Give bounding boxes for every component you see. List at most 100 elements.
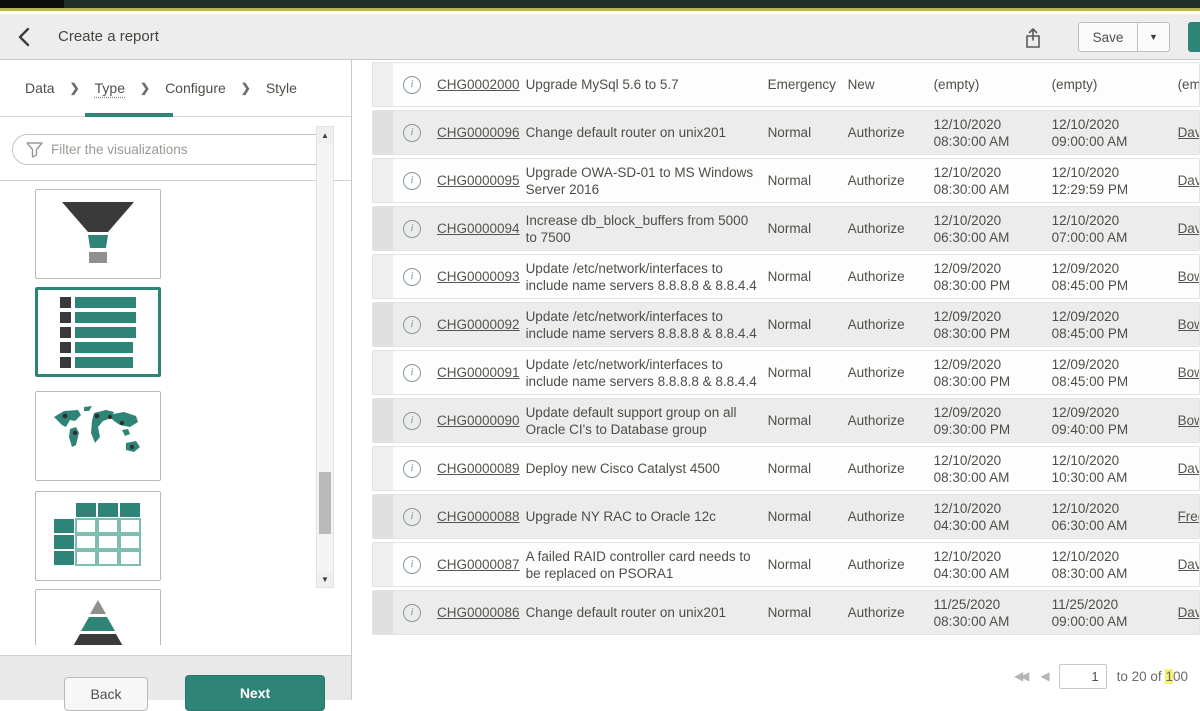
change-number-link[interactable]: CHG0000089: [437, 461, 520, 476]
change-number-link[interactable]: CHG0000093: [437, 269, 520, 284]
change-number-link[interactable]: CHG0000096: [437, 125, 520, 140]
info-icon[interactable]: i: [403, 268, 421, 286]
row-lead-strip: [373, 351, 393, 394]
assigned-to-link[interactable]: Bow Ruggeri: [1178, 317, 1199, 332]
info-icon[interactable]: i: [403, 556, 421, 574]
table-row: i CHG0000087 A failed RAID controller ca…: [372, 542, 1200, 587]
table-row: i CHG0002000 Upgrade MySql 5.6 to 5.7 Em…: [372, 62, 1200, 107]
state-cell: Authorize: [848, 120, 934, 145]
assigned-to-link[interactable]: David Loo: [1178, 173, 1199, 188]
change-number-link[interactable]: CHG0000094: [437, 221, 520, 236]
share-button[interactable]: [1024, 24, 1054, 52]
assigned-to-link[interactable]: David Loo: [1178, 221, 1199, 236]
change-number-link[interactable]: CHG0000090: [437, 413, 520, 428]
table-row: i CHG0000093 Update /etc/network/interfa…: [372, 254, 1200, 299]
step-configure[interactable]: Configure: [164, 78, 227, 98]
row-lead-strip: [373, 591, 393, 634]
end-date-cell: 12/10/2020 09:00:00 AM: [1052, 112, 1178, 154]
viz-thumbnail-heatmap[interactable]: [35, 491, 161, 581]
state-cell: Authorize: [848, 600, 934, 625]
end-date-cell: 12/09/2020 09:40:00 PM: [1052, 400, 1178, 442]
previous-page-button[interactable]: ◀: [1038, 667, 1048, 685]
scroll-up-button[interactable]: ▲: [317, 127, 333, 143]
assigned-to-cell: David Loo: [1178, 600, 1199, 625]
info-icon[interactable]: i: [403, 460, 421, 478]
change-number-link[interactable]: CHG0000088: [437, 509, 520, 524]
short-description-cell: Upgrade NY RAC to Oracle 12c: [526, 504, 768, 529]
start-date-cell: 12/10/2020 08:30:00 AM: [934, 160, 1052, 202]
primary-action-button[interactable]: [1188, 22, 1200, 52]
viz-list-scrollbar[interactable]: ▲ ▼: [316, 126, 334, 588]
assigned-to-link[interactable]: Bow Ruggeri: [1178, 365, 1199, 380]
start-date-cell: 12/09/2020 09:30:00 PM: [934, 400, 1052, 442]
state-cell: Authorize: [848, 552, 934, 577]
assigned-to-link[interactable]: Bow Ruggeri: [1178, 413, 1199, 428]
save-dropdown-button[interactable]: ▼: [1138, 22, 1170, 52]
change-number-link[interactable]: CHG0000092: [437, 317, 520, 332]
info-icon[interactable]: i: [403, 508, 421, 526]
next-button[interactable]: Next: [185, 675, 325, 711]
assigned-to-link[interactable]: David Loo: [1178, 461, 1199, 476]
info-icon[interactable]: i: [403, 316, 421, 334]
wizard-steps: Data ❯ Type ❯ Configure ❯ Style: [0, 60, 352, 117]
assigned-to-link[interactable]: Fred Luddy: [1178, 509, 1199, 524]
viz-thumbnail-map[interactable]: [35, 391, 161, 481]
save-button[interactable]: Save: [1078, 22, 1138, 52]
chevron-left-icon: [16, 27, 32, 47]
back-button[interactable]: Back: [64, 677, 148, 711]
assigned-to-cell: David Loo: [1178, 168, 1199, 193]
info-icon[interactable]: i: [403, 604, 421, 622]
viz-thumbnail-pyramid[interactable]: [35, 589, 161, 645]
priority-cell: Normal: [768, 504, 848, 529]
assigned-to-link[interactable]: Bow Ruggeri: [1178, 269, 1199, 284]
change-number-link[interactable]: CHG0000091: [437, 365, 520, 380]
change-number-link[interactable]: CHG0000095: [437, 173, 520, 188]
info-icon[interactable]: i: [403, 220, 421, 238]
end-date-cell: (empty): [1052, 72, 1178, 97]
change-number-link[interactable]: CHG0000086: [437, 605, 520, 620]
info-icon[interactable]: i: [403, 172, 421, 190]
scrollbar-thumb[interactable]: [319, 472, 331, 534]
assigned-to-cell: Fred Luddy: [1178, 504, 1199, 529]
row-lead-strip: [373, 543, 393, 586]
step-data[interactable]: Data: [24, 78, 56, 98]
row-lead-strip: [373, 63, 393, 106]
pyramid-chart-icon: [52, 598, 144, 645]
priority-cell: Normal: [768, 456, 848, 481]
short-description-cell: Update /etc/network/interfaces to includ…: [526, 256, 768, 298]
assigned-to-link[interactable]: David Loo: [1178, 605, 1199, 620]
step-type[interactable]: Type: [94, 78, 126, 98]
info-icon[interactable]: i: [403, 364, 421, 382]
viz-thumbnail-list[interactable]: [35, 287, 161, 377]
assigned-to-cell: Bow Ruggeri: [1178, 408, 1199, 433]
first-page-button[interactable]: ◀◀: [1012, 667, 1028, 685]
change-number-link[interactable]: CHG0002000: [437, 77, 520, 92]
state-cell: Authorize: [848, 504, 934, 529]
scroll-down-button[interactable]: ▼: [317, 571, 333, 587]
end-date-cell: 12/09/2020 08:45:00 PM: [1052, 352, 1178, 394]
priority-cell: Normal: [768, 552, 848, 577]
info-icon[interactable]: i: [403, 412, 421, 430]
triangle-down-icon: ▼: [321, 575, 329, 584]
short-description-cell: Update default support group on all Orac…: [526, 400, 768, 442]
list-pagination: ◀◀ ◀ to 20 of 100: [830, 660, 1200, 692]
assigned-to-link[interactable]: David Loo: [1178, 125, 1199, 140]
table-row: i CHG0000088 Upgrade NY RAC to Oracle 12…: [372, 494, 1200, 539]
back-arrow-button[interactable]: [16, 24, 44, 50]
info-icon[interactable]: i: [403, 76, 421, 94]
step-style[interactable]: Style: [265, 78, 298, 98]
start-date-cell: 11/25/2020 08:30:00 AM: [934, 592, 1052, 634]
assigned-to-cell: Bow Ruggeri: [1178, 312, 1199, 337]
info-icon[interactable]: i: [403, 124, 421, 142]
page-number-input[interactable]: [1059, 664, 1107, 689]
change-number-link[interactable]: CHG0000087: [437, 557, 520, 572]
priority-cell: Normal: [768, 408, 848, 433]
viz-thumbnail-funnel[interactable]: [35, 189, 161, 279]
filter-visualizations-input[interactable]: [12, 134, 332, 165]
short-description-cell: Change default router on unix201: [526, 600, 768, 625]
table-row: i CHG0000095 Upgrade OWA-SD-01 to MS Win…: [372, 158, 1200, 203]
assigned-to-link[interactable]: David Loo: [1178, 557, 1199, 572]
row-lead-strip: [373, 447, 393, 490]
pagination-range-text: to 20 of 100: [1117, 669, 1188, 684]
short-description-cell: Update /etc/network/interfaces to includ…: [526, 352, 768, 394]
